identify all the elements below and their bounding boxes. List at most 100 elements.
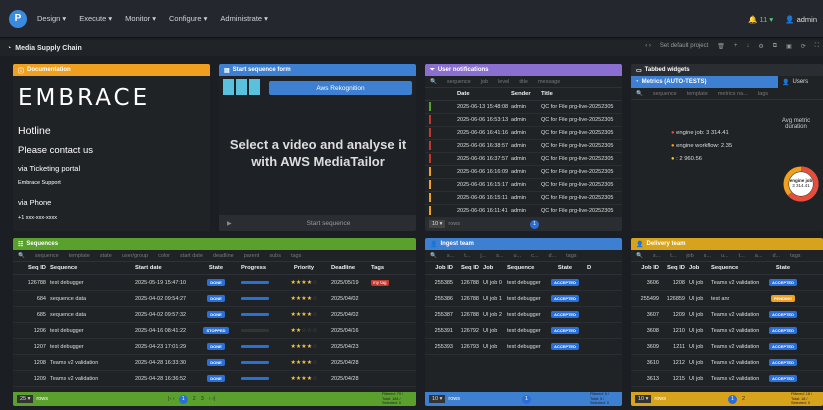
notification-row[interactable]: 2025-06-06 16:38:57 admin QC for File prg-… — [425, 140, 622, 153]
page-1-button[interactable]: 1 — [178, 394, 188, 404]
filter-7[interactable]: parent — [244, 253, 260, 259]
col-job[interactable]: Job — [481, 265, 505, 271]
filter-7[interactable]: tags — [566, 253, 576, 259]
notification-row[interactable]: 2025-06-06 16:15:11 admin QC for File prg-… — [425, 192, 622, 205]
filter-1[interactable]: t... — [464, 253, 470, 259]
menu-design[interactable]: Design ▾ — [37, 14, 66, 23]
col-seq-id[interactable]: Seq ID — [13, 265, 48, 271]
star-icon[interactable]: ☆ — [312, 280, 317, 286]
notification-row[interactable]: 2025-06-13 15:48:08 admin QC for File prg-… — [425, 101, 622, 114]
app-logo[interactable]: P — [9, 9, 27, 28]
job-row[interactable]: 255387 126788 UI job 2 test debugger ACCEPTE… — [425, 307, 622, 323]
filter-template[interactable]: template — [687, 91, 708, 97]
notifications-filter[interactable]: 🔍 sequence job level title message — [425, 76, 622, 88]
select-aws-rekognition[interactable]: Aws Rekognition — [269, 81, 412, 95]
job-row[interactable]: 3606 1208 UI job Teams v2 validation ACCEPTE… — [631, 275, 823, 291]
star-icon[interactable]: ☆ — [312, 360, 317, 366]
notification-row[interactable]: 2025-06-06 16:37:57 admin QC for File prg-… — [425, 153, 622, 166]
star-icon[interactable]: ☆ — [312, 312, 317, 318]
col-job[interactable]: Job — [687, 265, 709, 271]
filter-title[interactable]: title — [519, 79, 528, 85]
last-page-icon[interactable]: › ›| — [209, 396, 216, 402]
filter-5[interactable]: start date — [180, 253, 203, 259]
notification-row[interactable]: 2025-06-06 16:16:09 admin QC for File prg-… — [425, 166, 622, 179]
start-sequence-button[interactable]: Start sequence — [307, 220, 351, 227]
job-row[interactable]: 255499 126859 UI job test anr PENDING — [631, 291, 823, 307]
tab-metrics[interactable]: ◔ Metrics (AUTO-TESTS) — [631, 76, 778, 88]
notification-row[interactable]: 2025-06-06 16:15:17 admin QC for File prg-… — [425, 179, 622, 192]
col-deadline[interactable]: Deadline — [329, 265, 369, 271]
download-icon[interactable]: ↓ — [746, 43, 749, 50]
star-icon[interactable]: ☆ — [312, 376, 317, 382]
star-icon[interactable]: ☆ — [312, 328, 317, 334]
save-icon[interactable]: ▣ — [786, 43, 792, 50]
ingest-filter[interactable]: 🔍 s... t... j... s... u... c... d... tags — [425, 250, 622, 262]
menu-administrate[interactable]: Administrate ▾ — [220, 14, 268, 23]
col-state[interactable]: State — [545, 265, 585, 271]
filter-6[interactable]: a... — [755, 253, 763, 259]
first-page-icon[interactable]: |‹ ‹ — [168, 396, 175, 402]
filter-2[interactable]: state — [100, 253, 112, 259]
col-d[interactable]: D — [585, 265, 595, 271]
sequence-row[interactable]: 1206 test debugger 2025-04-16 08:41:22 STOP… — [13, 323, 416, 339]
col-tags[interactable]: Tags — [369, 265, 399, 271]
menu-execute[interactable]: Execute ▾ — [79, 14, 112, 23]
filter-job[interactable]: job — [481, 79, 488, 85]
sequence-row[interactable]: 684 sequence data 2025-04-02 09:54:27 DONE ★… — [13, 291, 416, 307]
sequence-row[interactable]: 1208 Teams v2 validation 2025-04-28 16:33:… — [13, 355, 416, 371]
star-icon[interactable]: ☆ — [312, 344, 317, 350]
col-state[interactable]: State — [763, 265, 803, 271]
notification-row[interactable]: 2025-06-06 16:41:16 admin QC for File prg-… — [425, 127, 622, 140]
tab-users[interactable]: 👤 Users — [778, 76, 823, 88]
rows-select[interactable]: 10 ▾ — [635, 395, 652, 403]
rows-select[interactable]: 10 ▾ — [429, 220, 446, 228]
col-progress[interactable]: Progress — [239, 265, 279, 271]
col-seq-id[interactable]: Seq ID — [661, 265, 687, 271]
job-row[interactable]: 3608 1210 UI job Teams v2 validation ACCEPTE… — [631, 323, 823, 339]
page-1-button[interactable]: 1 — [728, 394, 738, 404]
filter-0[interactable]: sequence — [35, 253, 59, 259]
job-row[interactable]: 255391 126792 UI job test debugger ACCEPTED — [425, 323, 622, 339]
filter-2[interactable]: job — [686, 253, 693, 259]
page-3-button[interactable]: 3 — [201, 396, 204, 402]
nav-arrows[interactable]: ‹ › — [645, 43, 651, 50]
metrics-filter[interactable]: 🔍 sequence template metrics na... tags — [631, 88, 823, 100]
col-sender[interactable]: Sender — [509, 91, 539, 97]
page-1-button[interactable]: 1 — [522, 394, 532, 404]
sequence-row[interactable]: 1207 test debugger 2025-04-23 17:01:29 DONE… — [13, 339, 416, 355]
col-date[interactable]: Date — [455, 91, 509, 97]
filter-5[interactable]: c... — [531, 253, 538, 259]
page-1-button[interactable]: 1 — [530, 219, 540, 229]
delete-icon[interactable]: 🗑 — [717, 43, 725, 50]
user-menu[interactable]: 👤 admin — [785, 15, 817, 24]
star-icon[interactable]: ☆ — [312, 296, 317, 302]
filter-5[interactable]: t... — [739, 253, 745, 259]
filter-8[interactable]: subs — [269, 253, 281, 259]
page-2-button[interactable]: 2 — [193, 396, 196, 402]
support-link[interactable]: Embrace Support — [18, 180, 205, 186]
col-seq-id[interactable]: Seq ID — [455, 265, 481, 271]
job-row[interactable]: 255386 126788 UI job 1 test debugger ACCEPTE… — [425, 291, 622, 307]
col-sequence[interactable]: Sequence — [48, 265, 133, 271]
filter-1[interactable]: template — [69, 253, 90, 259]
col-sequence[interactable]: Sequence — [709, 265, 763, 271]
delivery-filter[interactable]: 🔍 s... t... job s... u... t... a... d... tags — [631, 250, 823, 262]
filter-7[interactable]: d... — [772, 253, 780, 259]
notifications-bell[interactable]: 🔔 11 ▾ — [748, 15, 773, 24]
filter-0[interactable]: s... — [653, 253, 660, 259]
col-state[interactable]: State — [193, 265, 239, 271]
menu-configure[interactable]: Configure ▾ — [169, 14, 207, 23]
filter-6[interactable]: deadline — [213, 253, 234, 259]
page-2-button[interactable]: 2 — [742, 396, 745, 402]
rows-select[interactable]: 25 ▾ — [17, 395, 34, 403]
filter-3[interactable]: user/group — [122, 253, 148, 259]
col-sequence[interactable]: Sequence — [505, 265, 545, 271]
default-project-link[interactable]: Set default project — [660, 43, 708, 50]
job-row[interactable]: 3607 1209 UI job Teams v2 validation ACCEPTE… — [631, 307, 823, 323]
filter-0[interactable]: s... — [447, 253, 454, 259]
sequence-row[interactable]: 1209 Teams v2 validation 2025-04-28 16:36:… — [13, 371, 416, 387]
notification-row[interactable]: 2025-06-06 16:53:13 admin QC for File prg-… — [425, 114, 622, 127]
copy-icon[interactable]: ⧉ — [773, 43, 777, 50]
filter-4[interactable]: u... — [513, 253, 521, 259]
filter-4[interactable]: u... — [721, 253, 729, 259]
